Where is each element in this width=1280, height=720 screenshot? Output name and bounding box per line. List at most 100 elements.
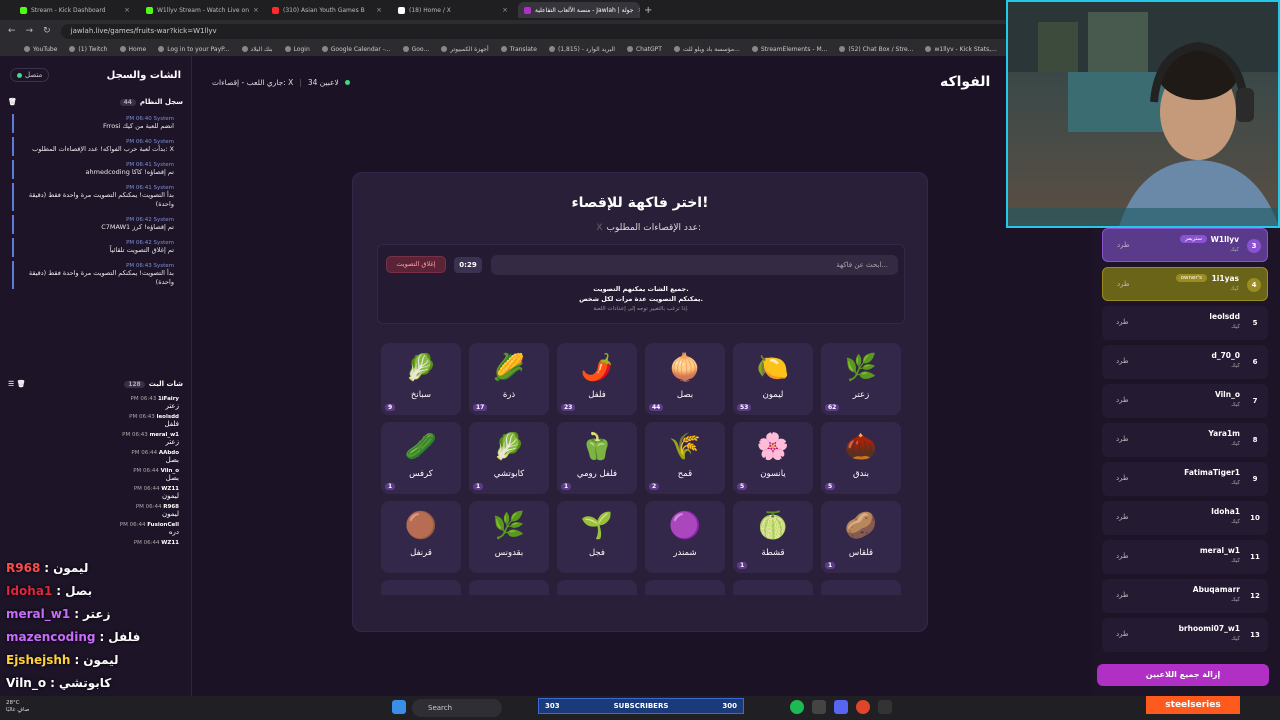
kick-button[interactable]: طرد xyxy=(1116,552,1129,560)
close-icon[interactable]: × xyxy=(253,6,259,14)
player-name: 1i1yas xyxy=(1211,274,1239,283)
kick-button[interactable]: طرد xyxy=(1117,241,1130,249)
taskbar-search[interactable]: Search xyxy=(412,699,502,717)
fruit-card[interactable]: 🌰 بندق 5 xyxy=(821,422,901,494)
message-time: PM 06:44 xyxy=(133,486,160,492)
close-vote-button[interactable]: إغلاق التصويت xyxy=(386,256,446,273)
spotify-icon[interactable] xyxy=(790,700,804,714)
discord-icon[interactable] xyxy=(834,700,848,714)
bookmark-icon xyxy=(925,46,932,52)
fruit-card[interactable]: 🥬 كابوتشي 1 xyxy=(469,422,549,494)
bookmark-item[interactable]: YouTube xyxy=(24,46,57,53)
kick-button[interactable]: طرد xyxy=(1116,513,1129,521)
fruit-card[interactable]: 🫑 فلفل رومي 1 xyxy=(557,422,637,494)
bookmark-item[interactable]: Google Calendar -... xyxy=(321,46,391,53)
bookmark-item[interactable]: ChatGPT xyxy=(626,46,662,53)
weather-temp: 28°C xyxy=(6,700,20,706)
kick-button[interactable]: طرد xyxy=(1116,396,1129,404)
fruit-card[interactable]: 🟤 قرنفل xyxy=(381,501,461,573)
fruit-name: بندق xyxy=(853,469,869,479)
fruit-card[interactable]: 🌿 بقدونس xyxy=(469,501,549,573)
back-icon[interactable]: ← xyxy=(8,26,16,36)
app-icon[interactable] xyxy=(878,700,892,714)
forward-icon[interactable]: → xyxy=(26,26,34,36)
bookmark-item[interactable]: بنك البلاد xyxy=(241,46,273,53)
fruit-card[interactable]: 🌾 قمح 2 xyxy=(645,422,725,494)
remove-all-players-button[interactable]: إزالة جميع اللاعبين xyxy=(1097,664,1269,686)
fruit-card[interactable]: 🌸 يانسون 5 xyxy=(733,422,813,494)
close-icon[interactable]: × xyxy=(502,6,508,14)
fruit-card[interactable]: 🌱 فجل xyxy=(557,501,637,573)
reload-icon[interactable]: ↻ xyxy=(43,26,51,36)
kick-button[interactable]: طرد xyxy=(1116,630,1129,638)
fruit-card[interactable]: 🌽 ذرة 17 xyxy=(469,343,549,415)
fruit-card[interactable] xyxy=(821,580,901,595)
player-platform: كيك xyxy=(1230,286,1239,292)
filter-icon[interactable]: ☰ xyxy=(8,380,14,388)
system-message: PM 06:40 System Frrosi انضم للعبة من كيك xyxy=(12,114,182,133)
kick-button[interactable]: طرد xyxy=(1116,318,1129,326)
system-log-list: PM 06:40 System Frrosi انضم للعبة من كيك P… xyxy=(0,114,191,372)
fruit-card[interactable]: 🍋 ليمون 53 xyxy=(733,343,813,415)
fruit-card[interactable]: 🥔 قلقاس 1 xyxy=(821,501,901,573)
kick-button[interactable]: طرد xyxy=(1117,280,1130,288)
player-row: طرد Abuqamarr كيك 12 xyxy=(1102,579,1268,613)
overlay-chat-line: mazencoding: فلفل xyxy=(0,625,235,648)
bookmark-item[interactable]: (1) Twitch xyxy=(69,46,108,53)
kick-button[interactable]: طرد xyxy=(1116,357,1129,365)
fruit-card[interactable] xyxy=(557,580,637,595)
fruit-name: قمح xyxy=(677,469,693,479)
bookmark-item[interactable]: البريد الوارد - (1,815) xyxy=(548,46,615,53)
fruit-name: بصل xyxy=(676,390,694,400)
bookmark-label: w1llyv - Kick Stats,... xyxy=(934,45,997,53)
fruit-card[interactable] xyxy=(645,580,725,595)
kick-button[interactable]: طرد xyxy=(1116,591,1129,599)
kick-button[interactable]: طرد xyxy=(1116,435,1129,443)
start-icon[interactable] xyxy=(392,700,406,714)
kick-button[interactable]: طرد xyxy=(1116,474,1129,482)
close-icon[interactable]: × xyxy=(638,6,641,14)
trash-icon[interactable]: 🗑 xyxy=(17,380,26,388)
bookmark-item[interactable]: w1llyv - Kick Stats,... xyxy=(925,45,997,53)
app-icon[interactable] xyxy=(812,700,826,714)
fruit-card[interactable]: 🥒 كرفس 1 xyxy=(381,422,461,494)
bookmark-item[interactable]: مؤسسة باد ويلو للت... xyxy=(673,46,740,53)
bookmark-item[interactable]: Log in to your PayP... xyxy=(158,46,230,53)
fruit-card[interactable] xyxy=(469,580,549,595)
fruit-card[interactable]: 🟣 شمندر xyxy=(645,501,725,573)
bookmark-item[interactable]: Translate xyxy=(500,46,537,53)
system-message: PM 06:41 System بدأ التصويت! يمكنكم التصو… xyxy=(12,183,182,211)
fruit-card[interactable]: 🧅 بصل 44 xyxy=(645,343,725,415)
fruit-card[interactable]: 🌿 زعتر 62 xyxy=(821,343,901,415)
new-tab-button[interactable]: + xyxy=(644,5,652,16)
bookmark-item[interactable]: أجهزة الكمبيوتر xyxy=(441,46,489,53)
close-icon[interactable]: × xyxy=(124,6,130,14)
fruit-icon: 🌽 xyxy=(492,353,526,383)
browser-tab[interactable]: منصة الألعاب التفاعلية - Jawlah | جولة × xyxy=(518,2,640,18)
bookmark-item[interactable]: StreamElements - M... xyxy=(751,46,827,53)
bookmark-item[interactable]: (52) Chat Box / Stre... xyxy=(839,46,913,53)
browser-tab[interactable]: Stream - Kick Dashboard × xyxy=(14,2,136,18)
vote-count-badge: 44 xyxy=(649,404,664,411)
fruit-card[interactable] xyxy=(381,580,461,595)
overlay-chat-line: Viln_o: كابوتشي xyxy=(0,671,235,694)
bookmark-item[interactable]: Goo... xyxy=(402,46,429,53)
chrome-icon[interactable] xyxy=(856,700,870,714)
browser-tab[interactable]: (310) Asian Youth Games B × xyxy=(266,2,388,18)
bookmark-item[interactable]: Login xyxy=(284,46,310,53)
fruit-card[interactable]: 🍈 قشطة 1 xyxy=(733,501,813,573)
fruit-card[interactable] xyxy=(733,580,813,595)
divider: | xyxy=(299,78,302,87)
browser-tab[interactable]: (18) Home / X × xyxy=(392,2,514,18)
close-icon[interactable]: × xyxy=(376,6,382,14)
fruit-search-input[interactable]: ابحث عن فاكهة... xyxy=(491,255,898,275)
trash-icon[interactable]: 🗑 xyxy=(8,98,17,106)
fruit-card[interactable]: 🥬 سبانخ 9 xyxy=(381,343,461,415)
browser-tab[interactable]: W1llyv Stream - Watch Live on × xyxy=(140,2,262,18)
message-time: PM 06:43 xyxy=(122,432,148,438)
player-row: طرد meral_w1 كيك 11 xyxy=(1102,540,1268,574)
fruit-card[interactable]: 🌶️ فلفل 23 xyxy=(557,343,637,415)
message-text: ليمون xyxy=(161,492,179,500)
bookmark-item[interactable]: Home xyxy=(119,46,146,53)
weather-widget[interactable]: 28°C صافٍ غالبًا xyxy=(6,700,29,714)
